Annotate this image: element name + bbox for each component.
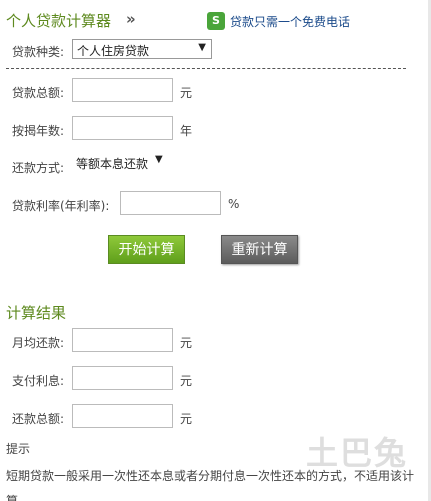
dashed-divider <box>6 68 406 69</box>
loan-total-input[interactable] <box>72 78 173 102</box>
mortgage-years-input[interactable] <box>72 116 173 140</box>
watermark-logo: 土巴兔 <box>306 434 409 472</box>
interest-rate-label: 贷款利率(年利率): <box>12 199 110 213</box>
interest-rate-unit: % <box>228 197 240 211</box>
mortgage-years-label: 按揭年数: <box>12 124 65 138</box>
header: 个人贷款计算器 » S 贷款只需一个免费电话 <box>6 10 426 34</box>
free-call-link[interactable]: 贷款只需一个免费电话 <box>230 13 350 30</box>
interest-rate-input[interactable] <box>120 191 221 215</box>
reset-calculate-button[interactable]: 重新计算 <box>221 235 298 264</box>
repayment-method-select[interactable]: 等额本息还款 <box>76 155 148 172</box>
monthly-payment-label: 月均还款: <box>12 336 65 350</box>
interest-paid-label: 支付利息: <box>12 374 65 388</box>
interest-paid-field[interactable] <box>72 366 173 390</box>
monthly-payment-field[interactable] <box>72 328 173 352</box>
mortgage-years-unit: 年 <box>180 124 193 138</box>
total-repayment-field[interactable] <box>72 404 173 428</box>
interest-paid-unit: 元 <box>180 374 193 388</box>
loan-total-label: 贷款总额: <box>12 86 65 100</box>
double-chevron-icon: » <box>126 10 136 28</box>
tip-title: 提示 <box>6 442 31 456</box>
result-section-title: 计算结果 <box>6 304 67 322</box>
total-repayment-label: 还款总额: <box>12 412 65 426</box>
dropdown-arrow-icon: ▼ <box>198 42 206 53</box>
phone-service-icon[interactable]: S <box>207 12 225 30</box>
loan-type-value: 个人住房贷款 <box>77 44 150 58</box>
monthly-payment-unit: 元 <box>180 336 193 350</box>
total-repayment-unit: 元 <box>180 412 193 426</box>
loan-type-select[interactable]: 个人住房贷款 ▼ <box>72 39 212 59</box>
loan-total-unit: 元 <box>180 86 193 100</box>
calculator-title: 个人贷款计算器 <box>6 12 112 30</box>
repayment-method-label: 还款方式: <box>12 161 65 175</box>
start-calculate-button[interactable]: 开始计算 <box>108 235 185 264</box>
dropdown-arrow-icon: ▼ <box>155 154 163 165</box>
loan-type-label: 贷款种类: <box>12 45 65 59</box>
